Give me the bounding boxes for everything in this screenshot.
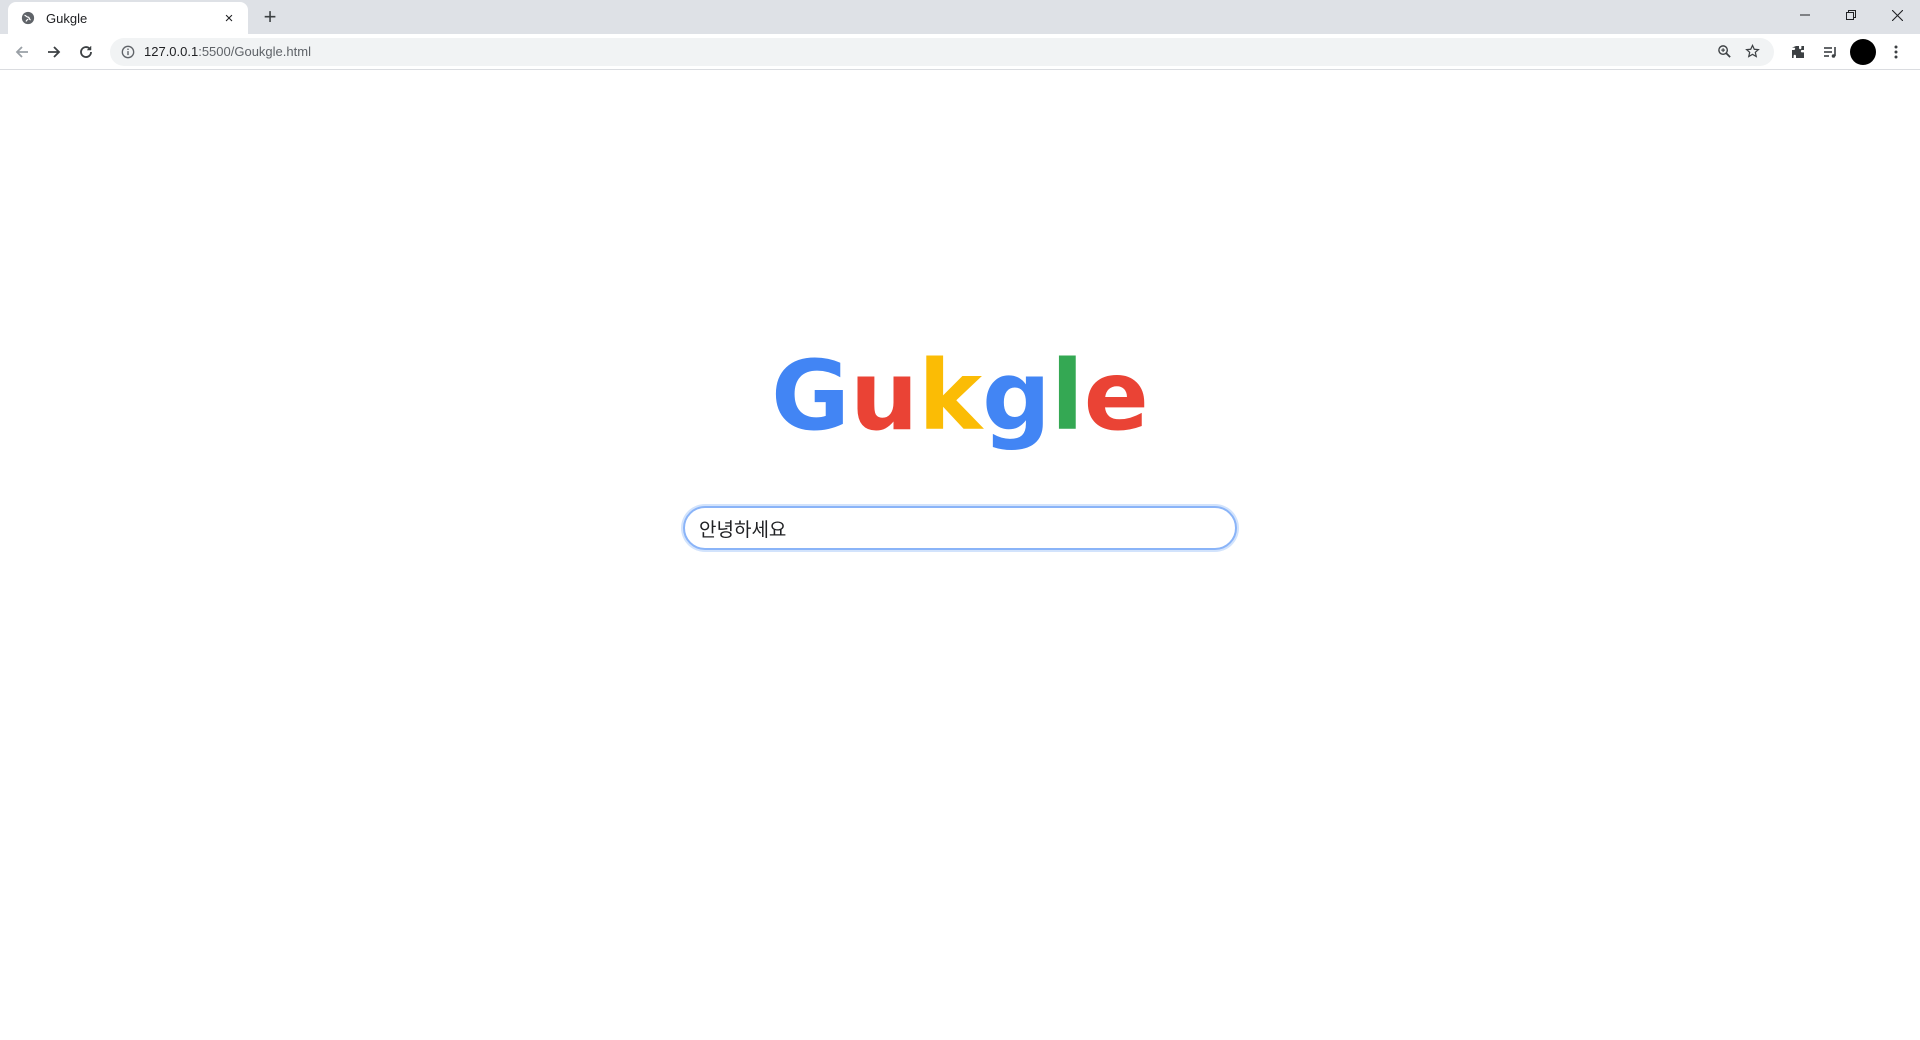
toolbar: 127.0.0.1:5500/Goukgle.html: [0, 34, 1920, 70]
logo-letter: e: [1083, 340, 1149, 452]
address-bar[interactable]: 127.0.0.1:5500/Goukgle.html: [110, 37, 1774, 66]
star-icon[interactable]: [1738, 40, 1766, 64]
close-tab-icon[interactable]: ×: [220, 9, 238, 27]
browser-window: Gukgle × + 127.0.0.1:5500/Goukgle.html G…: [0, 0, 1920, 1040]
zoom-icon[interactable]: [1710, 40, 1738, 64]
restore-icon[interactable]: [1828, 0, 1874, 30]
forward-arrow-icon[interactable]: [40, 38, 68, 66]
menu-kebab-icon[interactable]: [1880, 38, 1912, 66]
info-icon[interactable]: [120, 44, 136, 60]
page-content: Gukgle: [0, 70, 1920, 1040]
logo-letter: k: [918, 340, 983, 452]
url-text[interactable]: 127.0.0.1:5500/Goukgle.html: [144, 44, 1710, 59]
globe-icon: [20, 10, 36, 26]
tab-gukgle[interactable]: Gukgle ×: [8, 2, 248, 34]
logo-letter: G: [771, 340, 850, 452]
close-window-icon[interactable]: [1874, 0, 1920, 30]
tab-title: Gukgle: [46, 10, 88, 26]
gukgle-logo: Gukgle: [0, 348, 1920, 444]
logo-letter: u: [849, 340, 919, 452]
profile-avatar[interactable]: [1850, 38, 1876, 65]
logo-letter: l: [1050, 340, 1084, 452]
window-controls: [1782, 0, 1920, 30]
new-tab-button[interactable]: +: [258, 5, 282, 29]
tab-strip: Gukgle × +: [0, 0, 1920, 34]
media-queue-icon[interactable]: [1814, 38, 1846, 66]
extensions-icon[interactable]: [1782, 38, 1814, 66]
search-input[interactable]: [683, 506, 1237, 550]
logo-letter: g: [982, 340, 1051, 452]
url-path: :5500/Goukgle.html: [198, 44, 311, 59]
minimize-icon[interactable]: [1782, 0, 1828, 30]
back-arrow-icon[interactable]: [8, 38, 36, 66]
search-box: [683, 506, 1237, 550]
reload-icon[interactable]: [72, 38, 100, 66]
url-host: 127.0.0.1: [144, 44, 199, 59]
